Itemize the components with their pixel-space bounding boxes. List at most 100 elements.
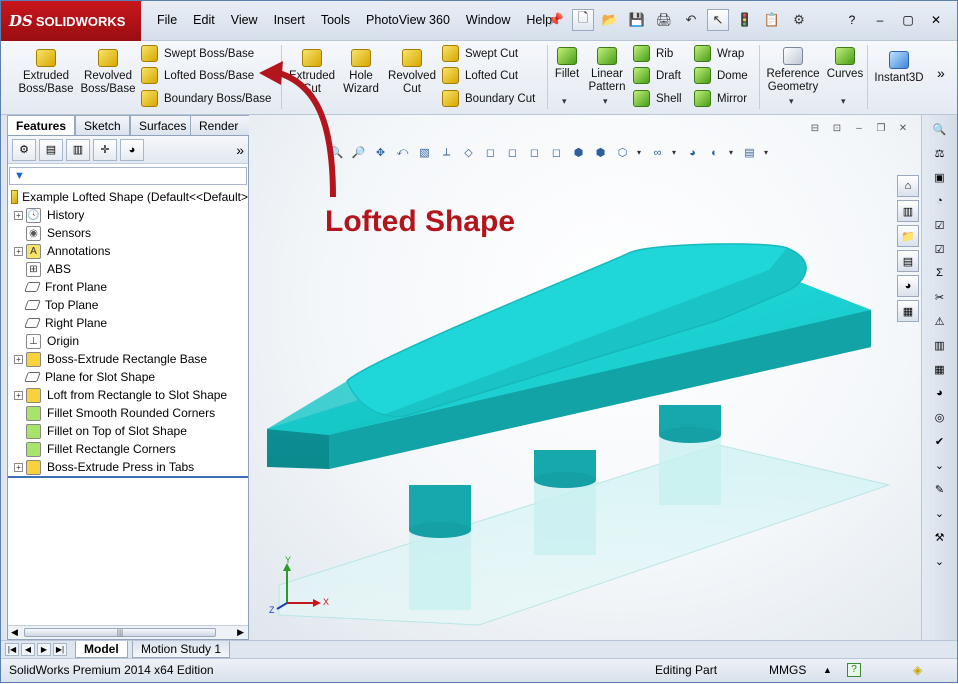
graphics-area[interactable]: ⊟ ⊡ – ❐ ✕ 🔍 🔎 ✥ ⤺ ▧ ⟂ ◇ ◻ ◻ ◻ ◻ ⬢ ⬢ ⬡ ▾ …	[249, 115, 921, 640]
sensor-gauge-icon[interactable]: ◔	[930, 191, 950, 211]
tag-icon[interactable]: ◈	[913, 663, 922, 677]
expand-icon[interactable]: +	[14, 246, 23, 256]
revolved-cut-button[interactable]: Revolved Cut	[385, 49, 439, 96]
curves-button[interactable]: Curves	[825, 47, 865, 81]
tree-item[interactable]: ◉ Sensors	[8, 224, 248, 242]
maximize-button[interactable]: ▢	[895, 9, 921, 31]
linear-pattern-button[interactable]: Linear Pattern	[585, 47, 629, 94]
instant3d-button[interactable]: Instant3D	[869, 51, 929, 85]
solidworks-resources-icon[interactable]: ⌂	[897, 175, 919, 197]
wrap-button[interactable]: Wrap	[694, 45, 744, 62]
scroll-right-icon[interactable]: ▶	[237, 627, 244, 638]
linear-pattern-dropdown-icon[interactable]: ▾	[603, 96, 608, 107]
help-button[interactable]: ?	[839, 9, 865, 31]
swept-cut-button[interactable]: Swept Cut	[442, 45, 518, 62]
select-arrow-icon[interactable]: ↖	[707, 9, 729, 31]
last-tab-icon[interactable]: ▶|	[53, 643, 67, 656]
import-icon[interactable]: ▥	[930, 335, 950, 355]
expand-panel-icon[interactable]: »	[236, 142, 244, 158]
table-icon[interactable]: ▦	[930, 359, 950, 379]
configuration-manager-tab-icon[interactable]: ▥	[66, 138, 90, 161]
rollback-bar[interactable]	[8, 476, 248, 478]
scroll-thumb[interactable]: |||	[24, 628, 216, 637]
tree-item[interactable]: ⊞ ABS	[8, 260, 248, 278]
measure-icon[interactable]: ⚖	[930, 143, 950, 163]
design-library-icon[interactable]: ▥	[897, 200, 919, 222]
custom-properties-icon[interactable]: ▦	[897, 300, 919, 322]
approve-icon[interactable]: ✔	[930, 431, 950, 451]
tree-item[interactable]: Front Plane	[8, 278, 248, 296]
tree-item[interactable]: Fillet Smooth Rounded Corners	[8, 404, 248, 422]
tree-item[interactable]: Fillet on Top of Slot Shape	[8, 422, 248, 440]
display-manager-tab-icon[interactable]: ◕	[120, 138, 144, 161]
open-folder-icon[interactable]: 📂	[599, 9, 621, 31]
tab-features[interactable]: Features	[7, 115, 76, 136]
expand-down-icon-3[interactable]: ⌄	[930, 551, 950, 571]
extruded-cut-button[interactable]: Extruded Cut	[283, 49, 341, 96]
print-icon[interactable]: 🖨	[653, 9, 675, 31]
lofted-boss-button[interactable]: Lofted Boss/Base	[141, 67, 254, 84]
expand-down-icon[interactable]: ⌄	[930, 455, 950, 475]
tree-item[interactable]: + Boss-Extrude Press in Tabs	[8, 458, 248, 476]
file-explorer-icon[interactable]: 📁	[897, 225, 919, 247]
eye-icon[interactable]: ◎	[930, 407, 950, 427]
tree-item[interactable]: Top Plane	[8, 296, 248, 314]
tree-item[interactable]: + Boss-Extrude Rectangle Base	[8, 350, 248, 368]
more-commands-button[interactable]: »	[937, 65, 945, 81]
mirror-button[interactable]: Mirror	[694, 90, 747, 107]
feature-filter-field[interactable]: ▼	[9, 167, 247, 185]
tree-root-part[interactable]: Example Lofted Shape (Default<<Default>	[8, 188, 248, 206]
horizontal-scrollbar[interactable]: ◀ ||| ▶	[8, 625, 248, 639]
hole-wizard-button[interactable]: Hole Wizard	[337, 49, 385, 96]
rebuild-status-icon[interactable]: ?	[847, 663, 861, 677]
expand-icon[interactable]: +	[14, 354, 23, 364]
view-palette-icon[interactable]: ▤	[897, 250, 919, 272]
close-button[interactable]: ✕	[923, 9, 949, 31]
rebuild-icon[interactable]: 🚦	[734, 9, 756, 31]
prev-tab-icon[interactable]: ◀	[21, 643, 35, 656]
intersect-icon[interactable]: ✂	[930, 287, 950, 307]
expand-icon[interactable]: +	[14, 462, 23, 472]
warning-icon[interactable]: ⚠	[930, 311, 950, 331]
tab-motion-study-1[interactable]: Motion Study 1	[132, 641, 231, 658]
tree-item[interactable]: Fillet Rectangle Corners	[8, 440, 248, 458]
menu-view[interactable]: View	[223, 11, 266, 29]
tree-item[interactable]: Right Plane	[8, 314, 248, 332]
equations-icon[interactable]: Σ	[930, 263, 950, 283]
new-document-icon[interactable]: 🗋	[572, 9, 594, 31]
tree-item[interactable]: Plane for Slot Shape	[8, 368, 248, 386]
fillet-dropdown-icon[interactable]: ▾	[562, 96, 567, 107]
feature-manager-tab-icon[interactable]: ⚙	[12, 138, 36, 161]
pencil-icon[interactable]: ✎	[930, 479, 950, 499]
pin-icon[interactable]: 📌	[545, 9, 567, 31]
options-icon[interactable]: ⚙	[788, 9, 810, 31]
shell-button[interactable]: Shell	[633, 90, 682, 107]
curves-dropdown-icon[interactable]: ▾	[841, 96, 846, 107]
solidworks-logo[interactable]: DS SOLIDWORKS	[1, 1, 141, 41]
extruded-boss-button[interactable]: Extruded Boss/Base	[15, 49, 77, 96]
reference-geometry-button[interactable]: Reference Geometry	[763, 47, 823, 94]
lofted-cut-button[interactable]: Lofted Cut	[442, 67, 518, 84]
expand-icon[interactable]: +	[14, 210, 23, 220]
minimize-button[interactable]: –	[867, 9, 893, 31]
unit-system-dropdown-icon[interactable]: ▲	[823, 665, 832, 675]
scroll-left-icon[interactable]: ◀	[11, 627, 18, 638]
expand-icon[interactable]: +	[14, 390, 23, 400]
tree-item[interactable]: + Loft from Rectangle to Slot Shape	[8, 386, 248, 404]
property-manager-tab-icon[interactable]: ▤	[39, 138, 63, 161]
tab-model[interactable]: Model	[75, 641, 128, 658]
tree-item[interactable]: ⊥ Origin	[8, 332, 248, 350]
tree-item[interactable]: + 🕓 History	[8, 206, 248, 224]
mass-properties-icon[interactable]: ▣	[930, 167, 950, 187]
draft-button[interactable]: Draft	[633, 67, 681, 84]
rib-button[interactable]: Rib	[633, 45, 673, 62]
checklist-icon[interactable]: ☑	[930, 215, 950, 235]
expand-down-icon-2[interactable]: ⌄	[930, 503, 950, 523]
dome-button[interactable]: Dome	[694, 67, 748, 84]
menu-file[interactable]: File	[149, 11, 185, 29]
menu-insert[interactable]: Insert	[266, 11, 313, 29]
color-icon[interactable]: ◕	[930, 383, 950, 403]
reference-geometry-dropdown-icon[interactable]: ▾	[789, 96, 794, 107]
boundary-cut-button[interactable]: Boundary Cut	[442, 90, 535, 107]
menu-tools[interactable]: Tools	[313, 11, 358, 29]
